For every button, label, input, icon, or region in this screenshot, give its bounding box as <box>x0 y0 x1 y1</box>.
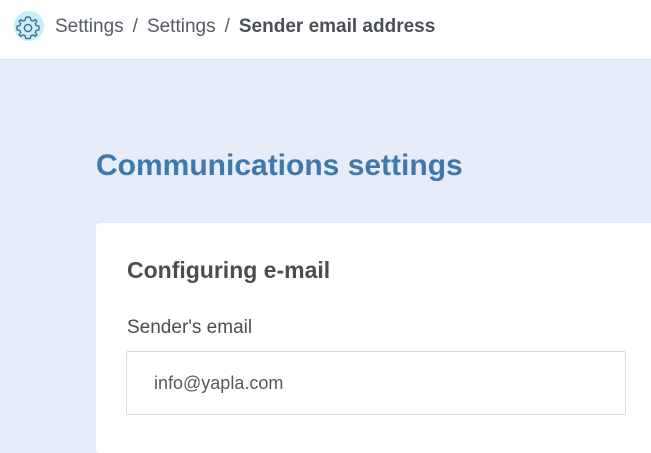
settings-icon-wrapper[interactable] <box>10 10 46 46</box>
email-config-card: Configuring e-mail Sender's email <box>96 223 651 453</box>
breadcrumb: Settings / Settings / Sender email addre… <box>55 16 435 38</box>
breadcrumb-current: Sender email address <box>238 16 436 37</box>
page-title: Communications settings <box>96 149 463 182</box>
sender-email-input[interactable] <box>126 351 626 415</box>
gear-icon <box>16 16 40 40</box>
top-bar: Settings / Settings / Sender email addre… <box>0 0 651 60</box>
sender-email-label: Sender's email <box>127 317 253 338</box>
breadcrumb-separator: / <box>224 16 230 37</box>
breadcrumb-separator: / <box>132 16 138 37</box>
card-title: Configuring e-mail <box>127 257 331 283</box>
breadcrumb-item-settings[interactable]: Settings <box>55 16 124 38</box>
breadcrumb-item-settings-sub[interactable]: Settings <box>147 16 216 38</box>
